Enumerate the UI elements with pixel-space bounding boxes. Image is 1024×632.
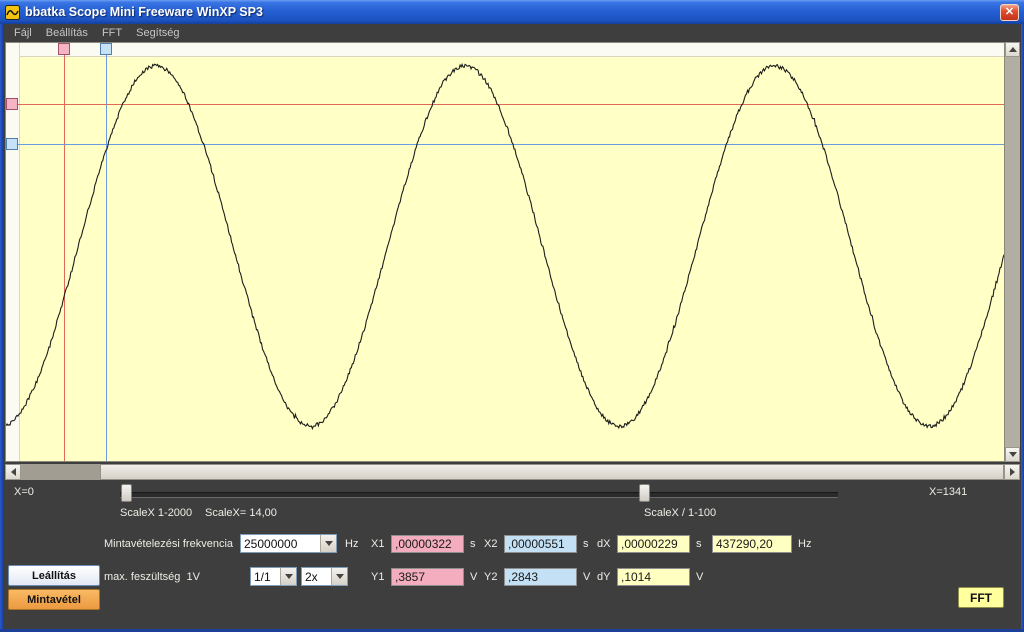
menu-item-settings[interactable]: Beállítás [39, 26, 95, 40]
chevron-down-icon [284, 574, 293, 579]
dx-value: ,00000229 [621, 537, 678, 551]
sample-freq-combobox[interactable]: 25000000 [240, 534, 337, 553]
plot-vertical-scrollbar[interactable] [1005, 42, 1020, 462]
max-voltage-label: max. feszültség 1V [104, 571, 200, 583]
dx-unit-label: s [696, 538, 702, 550]
menu-bar: Fájl Beállítás FFT Segítség [3, 24, 1021, 41]
arrow-down-icon [1008, 452, 1017, 457]
divider-dropdown-button[interactable] [280, 568, 296, 585]
sample-button[interactable]: Mintavétel [8, 589, 100, 610]
chevron-down-icon [324, 541, 333, 546]
menu-item-fft[interactable]: FFT [95, 26, 129, 40]
scalex-slider-track[interactable] [120, 492, 838, 498]
arrow-left-icon [10, 468, 16, 476]
divider-value: 1/1 [254, 569, 271, 584]
dy-field[interactable]: ,1014 [617, 568, 690, 586]
fft-button[interactable]: FFT [958, 587, 1004, 608]
stop-button[interactable]: Leállítás [8, 565, 100, 586]
cursor-strip-top [6, 43, 1004, 57]
arrow-right-icon [1009, 468, 1015, 476]
close-icon: ✕ [1004, 5, 1015, 18]
gain-value: 2x [305, 569, 318, 584]
frequency-result-field[interactable]: 437290,20 [712, 535, 792, 553]
horizontal-scroll-thumb[interactable] [100, 464, 1004, 480]
y1-unit-label: V [470, 571, 478, 583]
title-bar: bbatka Scope Mini Freeware WinXP SP3 ✕ [0, 0, 1024, 24]
x1-cursor-line[interactable] [64, 43, 65, 461]
scalex-fine-label: ScaleX / 1-100 [644, 507, 717, 519]
x2-cursor-line[interactable] [106, 43, 107, 461]
dy-unit-label: V [696, 571, 704, 583]
x2-value: ,00000551 [508, 537, 565, 551]
menu-item-help[interactable]: Segítség [129, 26, 186, 40]
dx-field[interactable]: ,00000229 [617, 535, 690, 553]
window-title: bbatka Scope Mini Freeware WinXP SP3 [25, 5, 263, 19]
arrow-up-icon [1008, 47, 1017, 52]
scalex-slider-thumb[interactable] [121, 484, 132, 502]
y1-field[interactable]: ,3857 [391, 568, 464, 586]
y2-unit-label: V [583, 571, 591, 583]
x-max-label: X=1341 [929, 486, 968, 498]
scalex-value-label: ScaleX= 14,00 [205, 507, 277, 519]
y1-label: Y1 [371, 571, 385, 583]
waveform-trace [6, 63, 1004, 431]
y2-value: ,2843 [508, 570, 539, 584]
y2-cursor-line[interactable] [6, 144, 1004, 145]
dy-value: ,1014 [621, 570, 652, 584]
menu-item-file[interactable]: Fájl [7, 26, 39, 40]
plot-horizontal-scrollbar[interactable] [5, 464, 1020, 480]
sample-freq-unit-label: Hz [345, 538, 359, 550]
plot-area[interactable] [5, 42, 1005, 462]
x2-unit-label: s [583, 538, 589, 550]
app-window: bbatka Scope Mini Freeware WinXP SP3 ✕ F… [0, 0, 1024, 632]
control-panel: X=0 X=1341 ScaleX 1-2000 ScaleX= 14,00 S… [0, 480, 1024, 632]
dy-label: dY [597, 571, 611, 583]
scroll-down-button[interactable] [1005, 447, 1020, 462]
close-button[interactable]: ✕ [1000, 3, 1019, 21]
scroll-left-button[interactable] [5, 464, 21, 480]
chevron-down-icon [335, 574, 344, 579]
app-icon [5, 4, 20, 20]
sample-freq-label: Mintavételezési frekvencia [104, 538, 234, 550]
y1-cursor-line[interactable] [6, 104, 1004, 105]
window-border-left [0, 24, 3, 632]
y1-cursor-handle[interactable] [6, 98, 18, 110]
divider-combobox[interactable]: 1/1 [250, 567, 297, 586]
dx-label: dX [597, 538, 611, 550]
x2-field[interactable]: ,00000551 [504, 535, 577, 553]
x1-unit-label: s [470, 538, 476, 550]
x1-value: ,00000322 [395, 537, 452, 551]
scalex-range-label: ScaleX 1-2000 [120, 507, 193, 519]
frequency-result-unit-label: Hz [798, 538, 812, 550]
x2-label: X2 [484, 538, 498, 550]
gain-combobox[interactable]: 2x [301, 567, 348, 586]
y1-value: ,3857 [395, 570, 426, 584]
scalex-fine-slider-thumb[interactable] [639, 484, 650, 502]
frequency-result-value: 437290,20 [716, 537, 773, 551]
sample-freq-dropdown-button[interactable] [320, 535, 336, 552]
x-min-label: X=0 [14, 486, 34, 498]
x1-label: X1 [371, 538, 385, 550]
x1-field[interactable]: ,00000322 [391, 535, 464, 553]
sample-freq-value: 25000000 [244, 536, 298, 551]
y2-cursor-handle[interactable] [6, 138, 18, 150]
scroll-right-button[interactable] [1004, 464, 1020, 480]
y2-label: Y2 [484, 571, 498, 583]
scroll-up-button[interactable] [1005, 42, 1020, 57]
x1-cursor-handle[interactable] [58, 43, 70, 55]
gain-dropdown-button[interactable] [331, 568, 347, 585]
x2-cursor-handle[interactable] [100, 43, 112, 55]
y2-field[interactable]: ,2843 [504, 568, 577, 586]
